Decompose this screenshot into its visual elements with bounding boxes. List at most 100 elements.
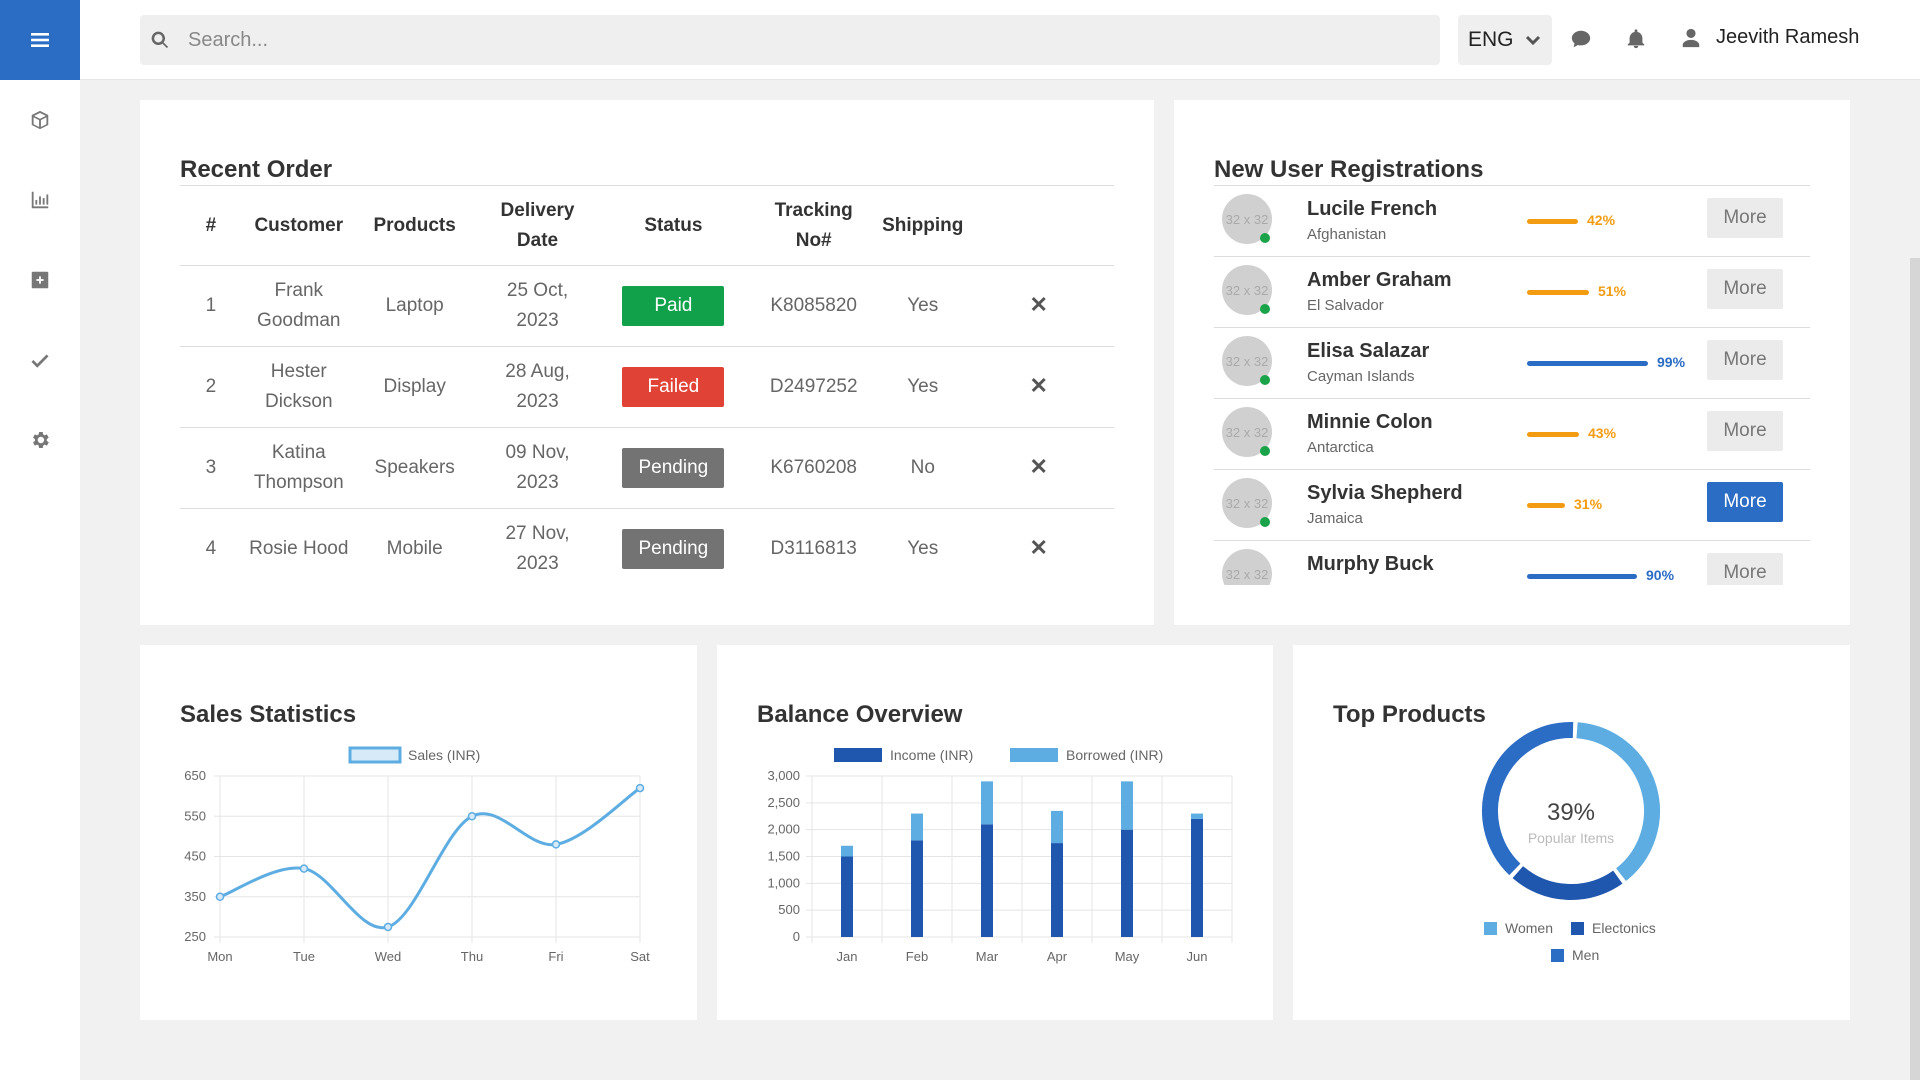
- top-products-card: Top Products 39% Popular Items Women Electo…: [1293, 645, 1850, 1020]
- chevron-down-icon: [1525, 35, 1540, 46]
- legend-label: Sales (INR): [408, 747, 480, 763]
- legend-swatch: [834, 748, 882, 762]
- bar[interactable]: [981, 824, 993, 937]
- x-tick-label: Tue: [293, 949, 315, 964]
- bar[interactable]: [1191, 818, 1203, 937]
- status-cell: Pending: [601, 427, 746, 509]
- delete-cell: ✕: [963, 509, 1114, 590]
- column-header: Delivery Date: [473, 185, 602, 266]
- bar[interactable]: [911, 840, 923, 937]
- y-tick-label: 250: [184, 929, 206, 944]
- x-tick-label: Mar: [976, 949, 999, 964]
- more-button[interactable]: More: [1707, 269, 1783, 309]
- progress-bar: [1527, 361, 1648, 366]
- search-input[interactable]: [188, 28, 1388, 52]
- data-point[interactable]: [551, 840, 561, 849]
- order-number: 4: [205, 538, 217, 560]
- data-point[interactable]: [383, 922, 393, 932]
- bar[interactable]: [1121, 829, 1133, 937]
- tracking-cell: D2497252: [745, 346, 883, 428]
- table-row: 2 Hester Dickson Display 28 Aug, 2023 Failed D2…: [180, 346, 1114, 428]
- delivery-date-cell: 09 Nov, 2023: [473, 427, 602, 509]
- delivery-date: 2023: [516, 310, 559, 331]
- user-country: Antarctica: [1307, 439, 1374, 456]
- more-button[interactable]: More: [1707, 198, 1783, 238]
- online-status-dot: [1260, 446, 1270, 456]
- sidebar-item-settings[interactable]: [0, 400, 80, 480]
- bar[interactable]: [981, 781, 993, 825]
- x-tick-label: Feb: [906, 949, 928, 964]
- sidebar-item-products[interactable]: [0, 80, 80, 160]
- delivery-date: 25 Oct,: [506, 280, 569, 301]
- customer-cell: Frank Goodman: [241, 265, 356, 347]
- recent-orders-card: Recent Order # Customer Products Delivery Da…: [140, 100, 1154, 625]
- messages-button[interactable]: [1570, 28, 1594, 52]
- x-tick-label: Jan: [837, 949, 858, 964]
- close-icon[interactable]: ✕: [1029, 535, 1047, 560]
- close-icon[interactable]: ✕: [1029, 373, 1047, 398]
- page-scrollbar[interactable]: [1910, 258, 1920, 1080]
- bar[interactable]: [1051, 810, 1063, 844]
- delivery-date-cell: 25 Oct, 2023: [473, 265, 602, 347]
- user-name: Amber Graham: [1307, 269, 1452, 291]
- data-point[interactable]: [299, 864, 309, 873]
- progress-percent: 90%: [1646, 567, 1675, 583]
- user-name: Murphy Buck: [1307, 553, 1434, 575]
- online-status-dot: [1260, 233, 1270, 243]
- legend-swatch: [1010, 748, 1058, 762]
- bar[interactable]: [1191, 813, 1203, 819]
- bar[interactable]: [1121, 781, 1133, 830]
- orders-table-body: 1 Frank Goodman Laptop 25 Oct, 2023 Paid K80858…: [180, 265, 1114, 590]
- menu-button[interactable]: [0, 0, 80, 80]
- status-badge: Pending: [622, 448, 725, 488]
- user-country: Jamaica: [1307, 510, 1363, 527]
- search-icon: [151, 31, 169, 49]
- bar[interactable]: [841, 856, 853, 938]
- order-number: 3: [180, 427, 242, 509]
- language-select[interactable]: ENG: [1458, 15, 1552, 65]
- column-header-label: Products: [373, 214, 456, 236]
- search-bar[interactable]: [140, 15, 1440, 65]
- customer-name: Hester: [270, 361, 327, 382]
- more-button[interactable]: More: [1707, 340, 1783, 380]
- data-point[interactable]: [635, 783, 645, 793]
- status-badge: Failed: [622, 367, 725, 407]
- delete-cell: ✕: [963, 265, 1114, 347]
- plus-square-icon: [31, 271, 49, 289]
- customer-cell: Katina Thompson: [241, 427, 356, 509]
- pie-slice[interactable]: [1512, 865, 1623, 900]
- progress-percent: 51%: [1598, 283, 1627, 299]
- close-icon[interactable]: ✕: [1029, 292, 1047, 317]
- close-icon[interactable]: ✕: [1029, 454, 1047, 479]
- legend-label: Borrowed (INR): [1066, 747, 1163, 763]
- balance-bar-chart: 0 500 1,000 1,500 2,000 2,500 3,000 Jan Feb Mar Ap…: [767, 747, 1233, 964]
- user-name: Jeevith Ramesh: [1716, 26, 1860, 48]
- delivery-date: 28 Aug,: [505, 361, 570, 382]
- more-button[interactable]: More: [1707, 553, 1783, 585]
- x-tick-label: Sat: [630, 949, 650, 964]
- customer-name: Goodman: [257, 310, 341, 331]
- customer-name: Katina: [271, 442, 326, 463]
- column-header-label: Date: [516, 229, 559, 251]
- recent-orders-title: Recent Order: [180, 156, 333, 183]
- bar[interactable]: [841, 845, 853, 857]
- list-item: 32 x 32 Murphy Buck 90% More: [1214, 541, 1810, 585]
- more-button[interactable]: More: [1707, 411, 1783, 451]
- legend-swatch: [1484, 922, 1497, 935]
- sidebar-item-analytics[interactable]: [0, 160, 80, 240]
- more-button[interactable]: More: [1707, 482, 1783, 522]
- x-tick-label: Wed: [375, 949, 402, 964]
- data-point[interactable]: [215, 892, 225, 901]
- bar[interactable]: [1051, 843, 1063, 937]
- column-header: #: [180, 185, 242, 266]
- user-menu[interactable]: Jeevith Ramesh: [1680, 26, 1859, 49]
- sidebar-item-tasks[interactable]: [0, 320, 80, 400]
- notifications-button[interactable]: [1625, 28, 1649, 52]
- sidebar-item-add[interactable]: [0, 240, 80, 320]
- x-tick-label: Mon: [207, 949, 232, 964]
- data-point[interactable]: [467, 812, 477, 821]
- delivery-date-cell: 27 Nov, 2023: [474, 509, 602, 590]
- bar[interactable]: [911, 813, 923, 841]
- customer-name: Thompson: [253, 472, 344, 493]
- table-row: 4 Rosie Hood Mobile 27 Nov, 2023 Pending D3116…: [180, 509, 1114, 590]
